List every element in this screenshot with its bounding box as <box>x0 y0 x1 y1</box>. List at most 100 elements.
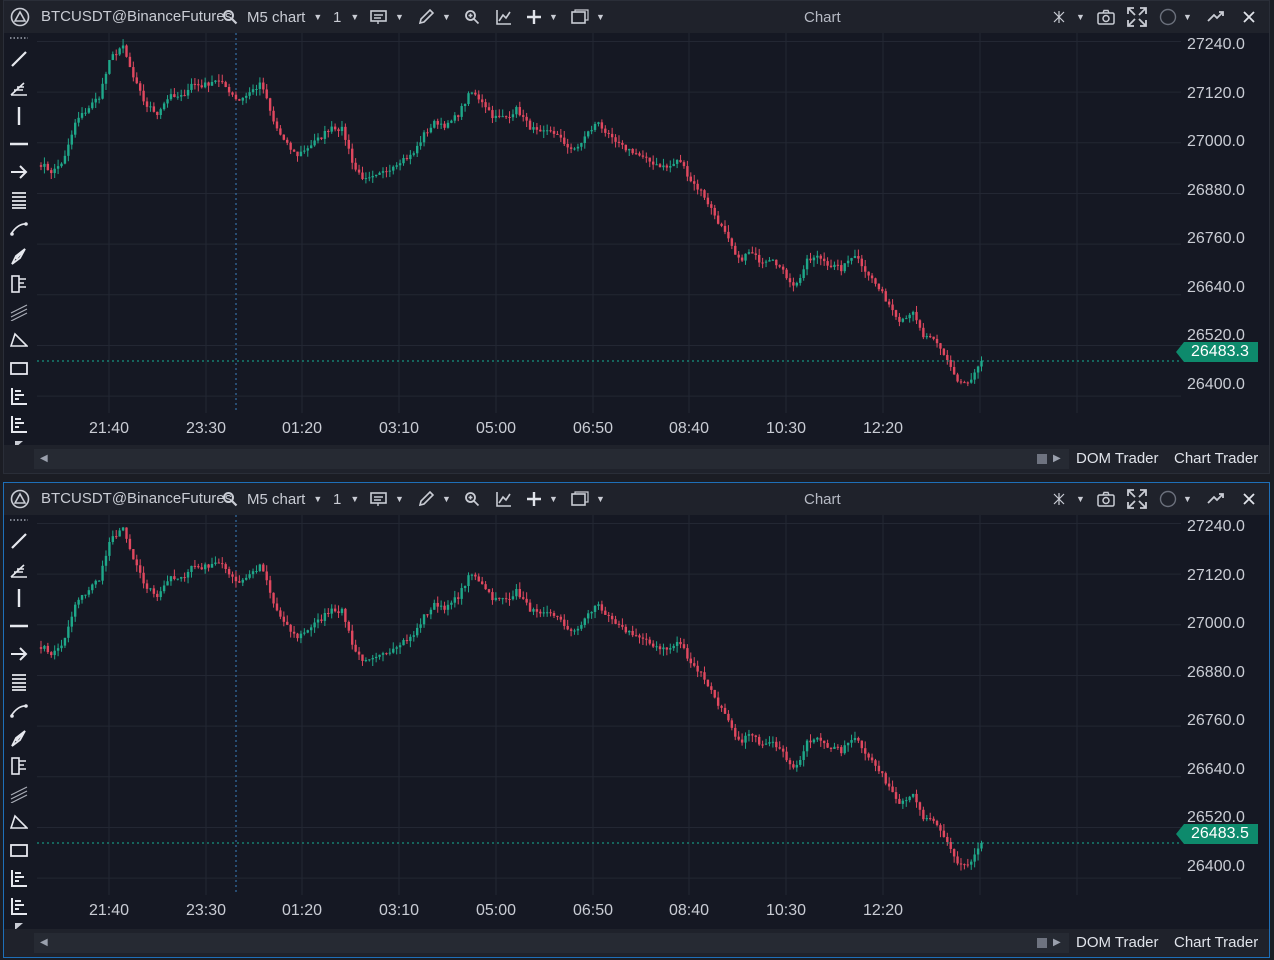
price-plot[interactable] <box>37 33 1181 413</box>
ruler-icon[interactable] <box>8 755 30 777</box>
sync-button[interactable]: ▼ <box>1052 6 1085 28</box>
ruler-icon[interactable] <box>8 273 30 295</box>
chart-panel-1[interactable]: BTCUSDT@BinanceFutures M5 chart ▼ 1 ▼ ▼ ▼ … <box>3 0 1270 474</box>
candle-body <box>450 120 453 123</box>
candle-body <box>535 127 539 130</box>
camera-icon[interactable] <box>1096 6 1116 28</box>
channel-icon[interactable] <box>8 783 30 805</box>
link-icon[interactable] <box>1206 6 1226 28</box>
indicators-icon[interactable] <box>494 488 514 510</box>
rectangle-icon[interactable] <box>8 357 30 379</box>
horizontal-scrollbar[interactable]: ◀ ▶ <box>34 933 1069 953</box>
indicator-alt-icon[interactable] <box>8 413 30 435</box>
scroll-thumb[interactable] <box>1037 454 1047 464</box>
close-icon[interactable] <box>1239 488 1259 510</box>
chart-type-button[interactable]: ▼ <box>370 488 404 510</box>
fib-icon[interactable] <box>8 559 30 581</box>
time-axis[interactable]: 21:40 23:30 01:20 03:10 05:00 06:50 08:4… <box>37 895 1181 925</box>
candle-body <box>323 131 327 139</box>
search-icon[interactable] <box>220 6 240 28</box>
toolbar-grip[interactable] <box>8 515 30 525</box>
price-plot[interactable] <box>37 515 1181 895</box>
sync-button[interactable]: ▼ <box>1052 488 1085 510</box>
arrow-icon[interactable] <box>8 643 30 665</box>
brush-icon[interactable] <box>8 727 30 749</box>
horizontal-line-icon[interactable] <box>8 133 30 155</box>
vertical-line-icon[interactable] <box>8 587 30 609</box>
fullscreen-icon[interactable] <box>1126 488 1148 510</box>
window-button[interactable]: ▼ <box>571 488 605 510</box>
symbol-label[interactable]: BTCUSDT@BinanceFutures <box>41 8 232 25</box>
channel-icon[interactable] <box>8 301 30 323</box>
status-button[interactable]: ▼ <box>1159 488 1192 510</box>
chart-trader-tab[interactable]: Chart Trader <box>1174 450 1258 467</box>
rectangle-icon[interactable] <box>8 839 30 861</box>
curve-icon[interactable] <box>8 699 30 721</box>
drawing-tools-button[interactable]: ▼ <box>417 488 451 510</box>
scroll-right-icon[interactable]: ▶ <box>1053 453 1061 464</box>
triangle-icon[interactable] <box>8 329 30 351</box>
drawing-tools-button[interactable]: ▼ <box>417 6 451 28</box>
horizontal-scrollbar[interactable]: ◀ ▶ <box>34 449 1069 469</box>
zoom-icon[interactable] <box>462 6 482 28</box>
indicator-icon[interactable] <box>8 385 30 407</box>
scroll-right-icon[interactable]: ▶ <box>1053 937 1061 948</box>
candle-body <box>723 707 727 714</box>
timeframe-dropdown[interactable]: M5 chart ▼ <box>247 6 322 28</box>
candle-body <box>265 89 268 99</box>
triangle-icon[interactable] <box>8 811 30 833</box>
scroll-left-icon[interactable]: ◀ <box>40 937 48 948</box>
add-button[interactable]: ▼ <box>526 6 558 28</box>
candle-body <box>180 577 183 579</box>
chart-panel-2[interactable]: BTCUSDT@BinanceFutures M5 chart ▼ 1 ▼ ▼ ▼ … <box>3 482 1270 958</box>
indicators-icon[interactable] <box>494 6 514 28</box>
dom-trader-tab[interactable]: DOM Trader <box>1076 450 1159 467</box>
close-icon[interactable] <box>1239 6 1259 28</box>
vertical-line-icon[interactable] <box>8 105 30 127</box>
line-icon[interactable] <box>8 530 30 552</box>
dom-trader-tab[interactable]: DOM Trader <box>1076 934 1159 951</box>
chevron-down-icon: ▼ <box>1076 12 1085 22</box>
fullscreen-icon[interactable] <box>1126 6 1148 28</box>
candle-body <box>337 129 340 132</box>
zoom-icon[interactable] <box>462 488 482 510</box>
scroll-thumb[interactable] <box>1037 938 1047 948</box>
candle-body <box>313 622 316 628</box>
line-icon[interactable] <box>8 48 30 70</box>
toolbar-grip[interactable] <box>8 33 30 43</box>
chart-type-button[interactable]: ▼ <box>370 6 404 28</box>
horizontal-line-icon[interactable] <box>8 615 30 637</box>
price-axis[interactable]: 27240.0 27120.0 27000.0 26880.0 26760.0 … <box>1176 33 1271 413</box>
arrow-icon[interactable] <box>8 161 30 183</box>
time-axis[interactable]: 21:40 23:30 01:20 03:10 05:00 06:50 08:4… <box>37 413 1181 443</box>
layout-count-dropdown[interactable]: 1 ▼ <box>333 488 359 510</box>
curve-icon[interactable] <box>8 217 30 239</box>
search-icon[interactable] <box>220 488 240 510</box>
brush-icon[interactable] <box>8 245 30 267</box>
candle-body <box>819 737 822 741</box>
levels-icon[interactable] <box>8 671 30 693</box>
timeframe-dropdown[interactable]: M5 chart ▼ <box>247 488 322 510</box>
candle-body <box>542 130 545 132</box>
candle-body <box>412 153 415 155</box>
candle-body <box>929 336 932 338</box>
candle-body <box>956 856 959 864</box>
candle-body <box>508 116 511 118</box>
camera-icon[interactable] <box>1096 488 1116 510</box>
chart-trader-tab[interactable]: Chart Trader <box>1174 934 1258 951</box>
status-button[interactable]: ▼ <box>1159 6 1192 28</box>
price-axis[interactable]: 27240.0 27120.0 27000.0 26880.0 26760.0 … <box>1176 515 1271 895</box>
candle-body <box>771 741 775 743</box>
link-icon[interactable] <box>1206 488 1226 510</box>
add-button[interactable]: ▼ <box>526 488 558 510</box>
symbol-label[interactable]: BTCUSDT@BinanceFutures <box>41 490 232 507</box>
window-button[interactable]: ▼ <box>571 6 605 28</box>
fib-icon[interactable] <box>8 77 30 99</box>
indicator-alt-icon[interactable] <box>8 895 30 917</box>
layout-count-dropdown[interactable]: 1 ▼ <box>333 6 359 28</box>
indicator-icon[interactable] <box>8 867 30 889</box>
scroll-left-icon[interactable]: ◀ <box>40 453 48 464</box>
levels-icon[interactable] <box>8 189 30 211</box>
candle-body <box>402 158 405 164</box>
candle-body <box>453 597 457 603</box>
